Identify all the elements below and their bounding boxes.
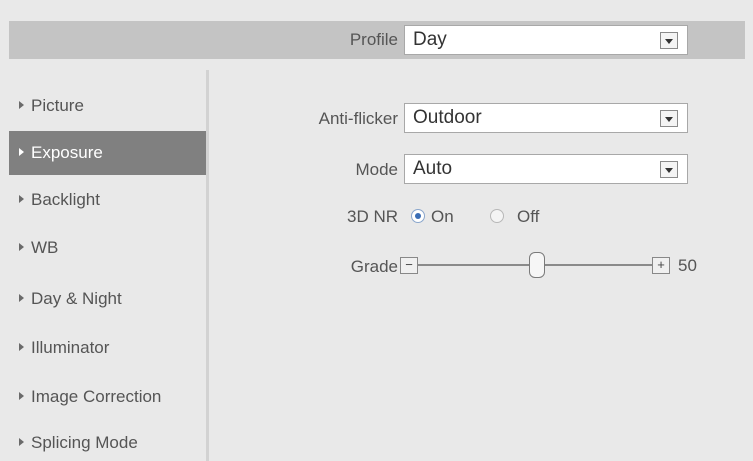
grade-plus-button[interactable]: +: [652, 257, 670, 274]
sidebar-item-day-night[interactable]: Day & Night: [9, 277, 206, 321]
3d-nr-off-radio[interactable]: [490, 209, 504, 223]
caret-right-icon: [19, 438, 24, 446]
sidebar-item-label: Backlight: [31, 190, 100, 209]
chevron-down-icon[interactable]: [660, 161, 678, 178]
anti-flicker-label: Anti-flicker: [318, 109, 398, 128]
grade-slider-thumb[interactable]: [529, 252, 545, 278]
3d-nr-on-radio[interactable]: [411, 209, 425, 223]
caret-right-icon: [19, 294, 24, 302]
grade-label: Grade: [350, 257, 398, 276]
sidebar-item-label: Day & Night: [31, 289, 122, 308]
profile-select-value: Day: [413, 29, 447, 50]
anti-flicker-value: Outdoor: [413, 107, 482, 128]
sidebar-item-splicing-mode[interactable]: Splicing Mode: [9, 421, 206, 461]
mode-select[interactable]: Auto: [404, 154, 688, 184]
grade-minus-button[interactable]: −: [400, 257, 418, 274]
sidebar-item-backlight[interactable]: Backlight: [9, 178, 206, 222]
sidebar-item-label: Picture: [31, 96, 84, 115]
sidebar-item-exposure[interactable]: Exposure: [9, 131, 206, 175]
sidebar-item-picture[interactable]: Picture: [9, 84, 206, 128]
3d-nr-on-label: On: [431, 207, 454, 226]
grade-value: 50: [678, 256, 697, 275]
caret-right-icon: [19, 101, 24, 109]
3d-nr-off-label: Off: [517, 207, 540, 226]
chevron-down-icon[interactable]: [660, 32, 678, 49]
caret-right-icon: [19, 148, 24, 156]
chevron-down-icon[interactable]: [660, 110, 678, 127]
sidebar-item-label: Splicing Mode: [31, 433, 138, 452]
mode-value: Auto: [413, 158, 453, 179]
mode-label: Mode: [355, 160, 398, 179]
3d-nr-label: 3D NR: [346, 207, 398, 226]
sidebar-item-illuminator[interactable]: Illuminator: [9, 326, 206, 370]
sidebar-item-label: WB: [31, 238, 59, 257]
sidebar-item-label: Exposure: [31, 143, 103, 162]
caret-right-icon: [19, 392, 24, 400]
profile-label: Profile: [349, 30, 398, 49]
caret-right-icon: [19, 343, 24, 351]
profile-select[interactable]: Day: [404, 25, 688, 55]
caret-right-icon: [19, 195, 24, 203]
sidebar-item-label: Image Correction: [31, 387, 162, 406]
caret-right-icon: [19, 243, 24, 251]
sidebar-item-wb[interactable]: WB: [9, 226, 206, 270]
sidebar-item-label: Illuminator: [31, 338, 110, 357]
anti-flicker-select[interactable]: Outdoor: [404, 103, 688, 133]
sidebar-item-image-correction[interactable]: Image Correction: [9, 375, 206, 419]
